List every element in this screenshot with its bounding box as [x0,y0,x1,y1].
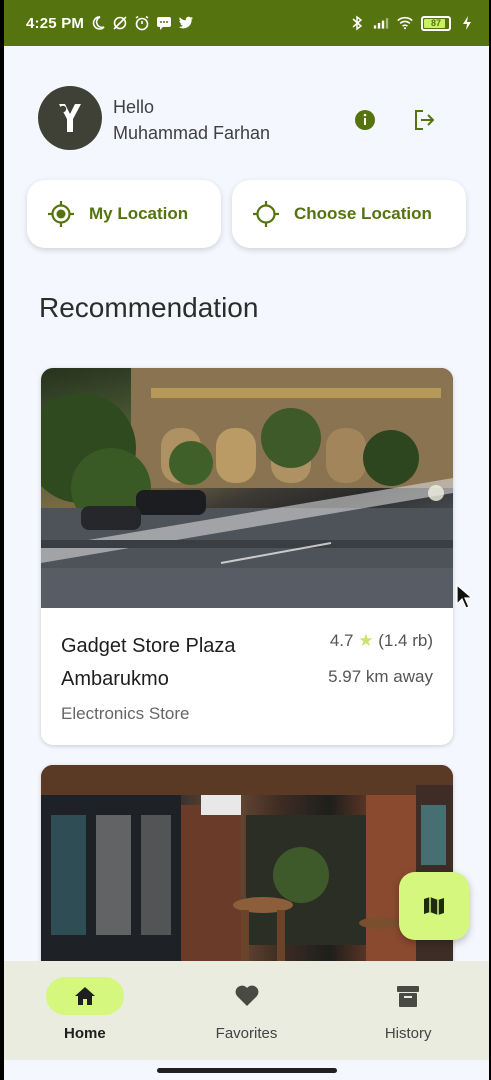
nav-favorites-label: Favorites [215,1025,278,1042]
star-icon: ★ [358,631,374,650]
twitter-icon [178,15,194,31]
review-count: (1.4 rb) [378,631,433,650]
nav-home[interactable]: Home [4,961,166,1060]
place-card[interactable]: Gadget Store Plaza Ambarukmo 4.7 ★ (1.4 … [41,368,453,745]
greeting-block: Hello Muhammad Farhan [113,94,270,146]
status-icons-right: 87 [349,15,475,31]
alarm-icon [134,15,150,31]
place-photo [41,368,453,608]
choose-location-label: Choose Location [294,204,432,223]
avatar[interactable] [38,86,102,150]
nav-home-indicator [45,977,124,1015]
status-bar: 4:25 PM 87 [4,0,489,46]
home-icon [74,987,95,1005]
info-button[interactable] [347,102,383,138]
mouse-cursor-icon [456,584,474,609]
my-location-icon [48,201,74,227]
app-screen: 4:25 PM 87 Hello Muhammad Farhan My Loca… [4,0,489,1080]
wifi-icon [397,15,413,31]
nav-home-label: Home [63,1025,106,1042]
section-title: Recommendation [39,292,259,323]
street-photo-illustration [41,368,453,608]
bottom-navigation: Home Favorites History [4,961,489,1060]
nav-history-label: History [384,1025,432,1042]
signal-icon [373,15,389,31]
status-icons-left [90,15,194,31]
map-fab-button[interactable] [399,872,469,940]
nav-history-indicator [369,977,447,1015]
moon-icon [90,15,106,31]
app-logo-icon [59,104,81,132]
charging-icon [459,15,475,31]
place-rating: 4.7 ★ (1.4 rb) [330,631,433,651]
choose-location-button[interactable]: Choose Location [232,180,466,248]
my-location-button[interactable]: My Location [27,180,221,248]
nav-history[interactable]: History [327,961,489,1060]
archive-icon [397,986,420,1007]
battery-icon: 87 [421,15,451,31]
greeting-text: Hello [113,97,155,117]
status-time: 4:25 PM [26,14,85,32]
logout-button[interactable] [406,102,442,138]
gesture-handle[interactable] [157,1068,337,1073]
battery-percent: 87 [430,18,441,28]
alarm-off-icon [112,15,128,31]
message-icon [156,15,172,31]
user-name: Muhammad Farhan [113,123,271,143]
crosshair-icon [253,201,279,227]
place-distance: 5.97 km away [328,667,433,686]
rating-value: 4.7 [329,631,354,650]
info-icon [355,110,375,130]
bluetooth-icon [349,15,365,31]
place-category: Electronics Store [61,704,190,723]
heart-icon [235,985,258,1006]
place-name: Gadget Store Plaza Ambarukmo [61,635,236,690]
my-location-label: My Location [89,204,189,223]
nav-favorites-indicator [208,977,286,1015]
logout-icon [415,110,435,130]
map-icon [424,897,444,915]
nav-favorites[interactable]: Favorites [166,961,328,1060]
